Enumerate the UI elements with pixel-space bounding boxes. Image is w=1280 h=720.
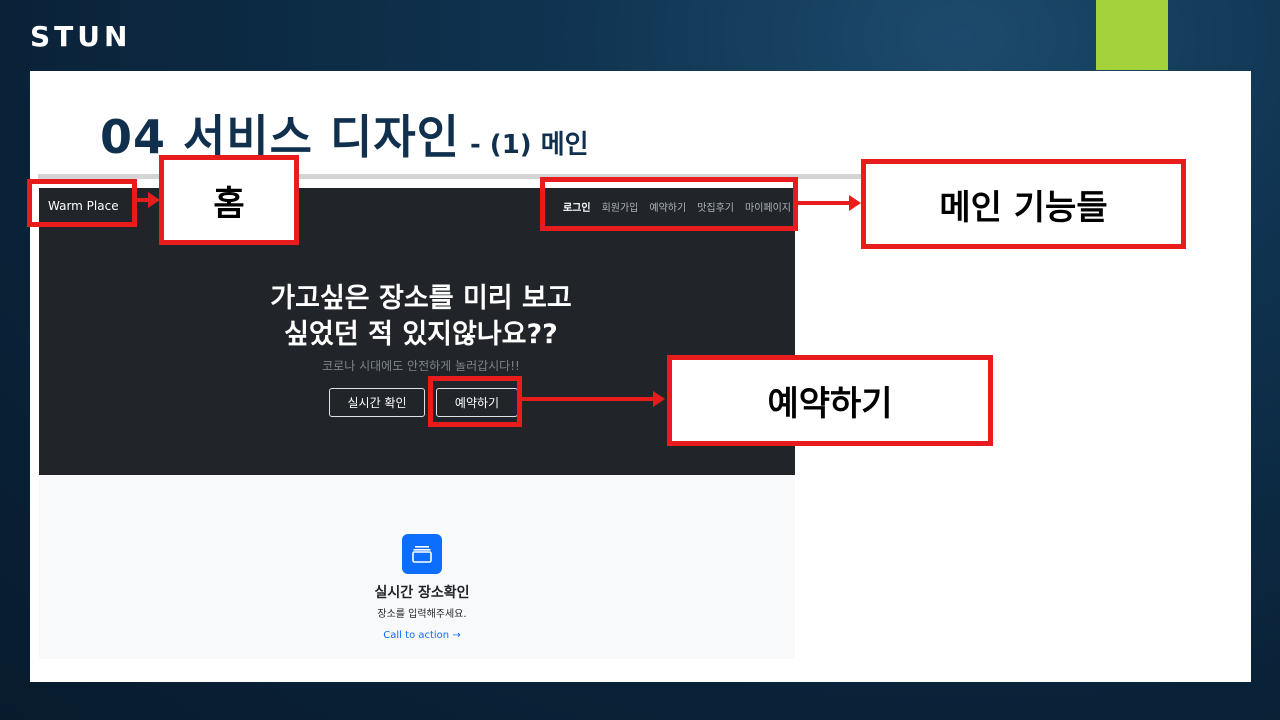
hero-headline: 가고싶은 장소를 미리 보고 싶었던 적 있지않나요?? bbox=[39, 281, 803, 353]
realtime-check-button[interactable]: 실시간 확인 bbox=[329, 388, 425, 417]
collection-icon bbox=[402, 534, 442, 574]
feature-title: 실시간 장소확인 bbox=[374, 585, 470, 601]
hero-headline-line1: 가고싶은 장소를 미리 보고 bbox=[270, 283, 572, 314]
callout-reserve: 예약하기 bbox=[667, 355, 993, 446]
highlight-home bbox=[27, 179, 137, 227]
collection-icon-glyph bbox=[412, 546, 432, 563]
accent-block bbox=[1096, 0, 1168, 70]
presentation-brand: STUN bbox=[30, 20, 132, 53]
highlight-reserve-button bbox=[428, 376, 522, 427]
arrow-home bbox=[136, 192, 160, 208]
arrow-main-nav bbox=[797, 195, 861, 211]
highlight-main-nav bbox=[540, 177, 798, 231]
feature-description: 장소를 입력해주세요. bbox=[377, 609, 467, 620]
hero-headline-line2: 싶었던 적 있지않나요?? bbox=[284, 319, 558, 350]
arrow-reserve bbox=[521, 391, 665, 407]
call-to-action-link[interactable]: Call to action → bbox=[39, 630, 805, 641]
slide-subtitle: - (1) 메인 bbox=[469, 130, 589, 160]
callout-home: 홈 bbox=[159, 155, 299, 245]
callout-main-features: 메인 기능들 bbox=[861, 159, 1186, 249]
